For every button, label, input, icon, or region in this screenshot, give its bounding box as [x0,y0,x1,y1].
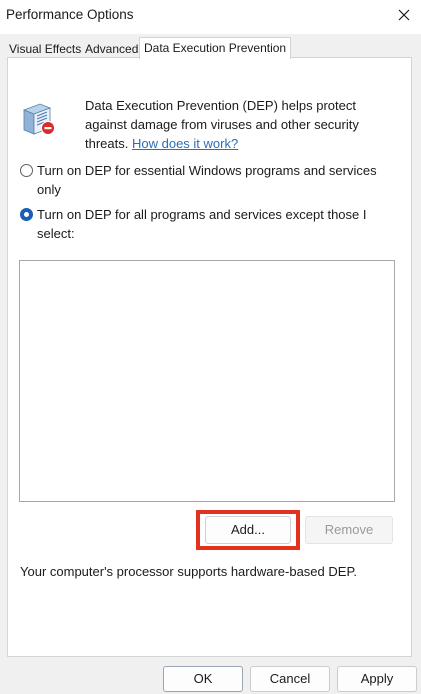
window-title: Performance Options [6,7,134,22]
radio-essential-only-label[interactable]: Turn on DEP for essential Windows progra… [37,161,377,199]
radio-button-unchecked[interactable] [20,164,33,177]
apply-button[interactable]: Apply [337,666,417,692]
performance-options-dialog: Performance Options Visual Effects Advan… [0,0,421,694]
tab-visual-effects[interactable]: Visual Effects [9,40,81,58]
how-does-it-work-link[interactable]: How does it work? [132,136,238,151]
remove-button: Remove [305,516,393,544]
excluded-programs-list[interactable] [19,260,395,502]
title-bar: Performance Options [0,0,421,34]
hardware-dep-support-text: Your computer's processor supports hardw… [20,564,358,579]
radio-all-programs-label[interactable]: Turn on DEP for all programs and service… [37,205,377,243]
tab-strip: Visual Effects Advanced Data Execution P… [0,34,421,59]
tab-advanced[interactable]: Advanced [85,40,138,58]
add-button[interactable]: Add... [205,516,291,544]
close-button[interactable] [387,0,421,30]
dep-description: Data Execution Prevention (DEP) helps pr… [85,96,395,153]
dep-shield-document-icon [22,103,55,135]
radio-button-checked[interactable] [20,208,33,221]
ok-button[interactable]: OK [163,666,243,692]
tab-panel: Data Execution Prevention (DEP) helps pr… [7,57,412,657]
tab-data-execution-prevention[interactable]: Data Execution Prevention [139,37,292,59]
cancel-button[interactable]: Cancel [250,666,330,692]
close-icon [398,9,410,21]
